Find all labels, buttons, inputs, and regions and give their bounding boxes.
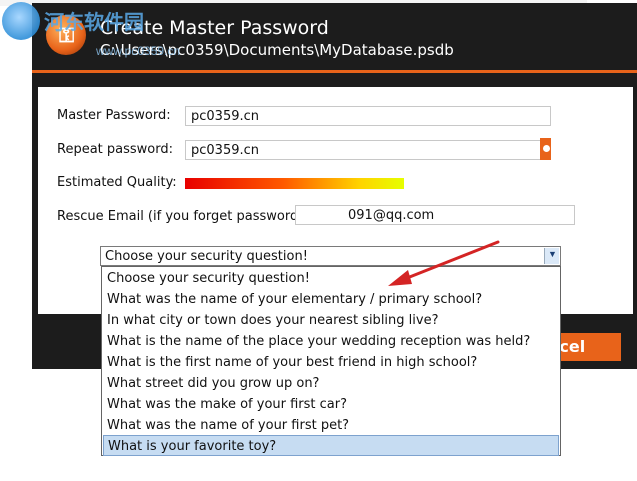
question-option[interactable]: What is the name of the place your weddi… [103, 331, 559, 352]
quality-label: Estimated Quality: [57, 175, 177, 190]
question-option[interactable]: In what city or town does your nearest s… [103, 310, 559, 331]
question-option[interactable]: What was the make of your first car? [103, 394, 559, 415]
rescue-email-value: 091@qq.com [348, 208, 435, 223]
repeat-password-field[interactable]: pc0359.cn [185, 140, 543, 160]
watermark-url: www.pc0359.cn [96, 44, 181, 58]
dropdown-toggle[interactable]: ▼ [544, 248, 559, 264]
repeat-password-label: Repeat password: [57, 142, 173, 157]
watermark-text: 河东软件园 [44, 12, 144, 34]
chevron-down-icon: ▼ [548, 249, 557, 259]
security-question-list: Choose your security question! What was … [101, 266, 561, 456]
watermark-logo-icon [2, 2, 40, 40]
rescue-email-label: Rescue Email (if you forget password): [57, 209, 308, 224]
master-password-label: Master Password: [57, 108, 171, 123]
question-option[interactable]: What is the first name of your best frie… [103, 352, 559, 373]
question-option-highlighted[interactable]: What is your favorite toy? [103, 435, 559, 456]
security-question-selected: Choose your security question! [105, 249, 308, 264]
annotation-arrow-icon [388, 240, 500, 286]
rescue-email-field[interactable]: 091@qq.com [295, 205, 575, 225]
master-password-field[interactable]: pc0359.cn [185, 106, 551, 126]
reveal-password-button[interactable] [540, 138, 551, 160]
question-option[interactable]: What was the name of your elementary / p… [103, 289, 559, 310]
quality-meter [185, 178, 404, 189]
question-option[interactable]: What street did you grow up on? [103, 373, 559, 394]
eye-icon [543, 145, 550, 152]
question-option[interactable]: What was the name of your first pet? [103, 415, 559, 436]
title-divider [32, 70, 637, 73]
